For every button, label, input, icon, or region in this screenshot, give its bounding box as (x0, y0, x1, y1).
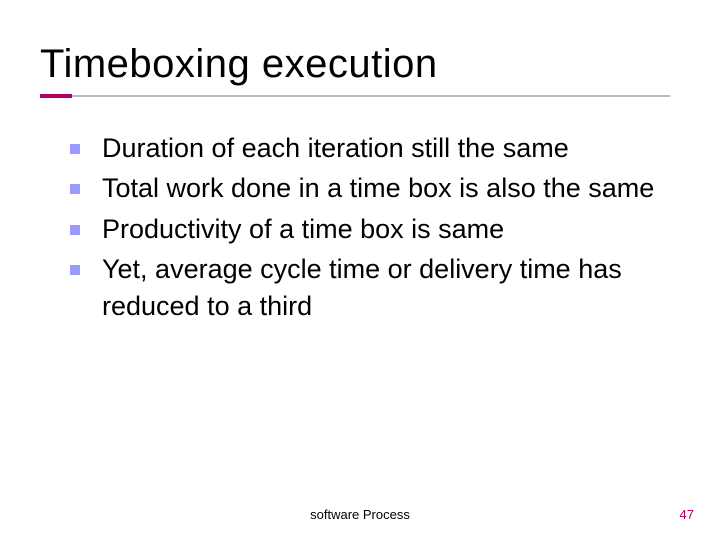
bullet-text: Yet, average cycle time or delivery time… (102, 251, 670, 324)
bullet-text: Productivity of a time box is same (102, 211, 504, 247)
square-bullet-icon (70, 144, 80, 154)
bullet-text: Total work done in a time box is also th… (102, 170, 654, 206)
square-bullet-icon (70, 225, 80, 235)
bullet-list: Duration of each iteration still the sam… (70, 130, 670, 328)
underline-grey (40, 95, 670, 97)
page-number: 47 (680, 507, 694, 522)
title-underline (40, 95, 670, 99)
slide: Timeboxing execution Duration of each it… (0, 0, 720, 540)
list-item: Yet, average cycle time or delivery time… (70, 251, 670, 324)
list-item: Productivity of a time box is same (70, 211, 670, 247)
list-item: Duration of each iteration still the sam… (70, 130, 670, 166)
slide-title: Timeboxing execution (40, 42, 680, 87)
underline-accent (40, 94, 72, 98)
bullet-text: Duration of each iteration still the sam… (102, 130, 569, 166)
square-bullet-icon (70, 265, 80, 275)
list-item: Total work done in a time box is also th… (70, 170, 670, 206)
square-bullet-icon (70, 184, 80, 194)
title-block: Timeboxing execution (40, 42, 680, 99)
footer-center-text: software Process (0, 507, 720, 522)
